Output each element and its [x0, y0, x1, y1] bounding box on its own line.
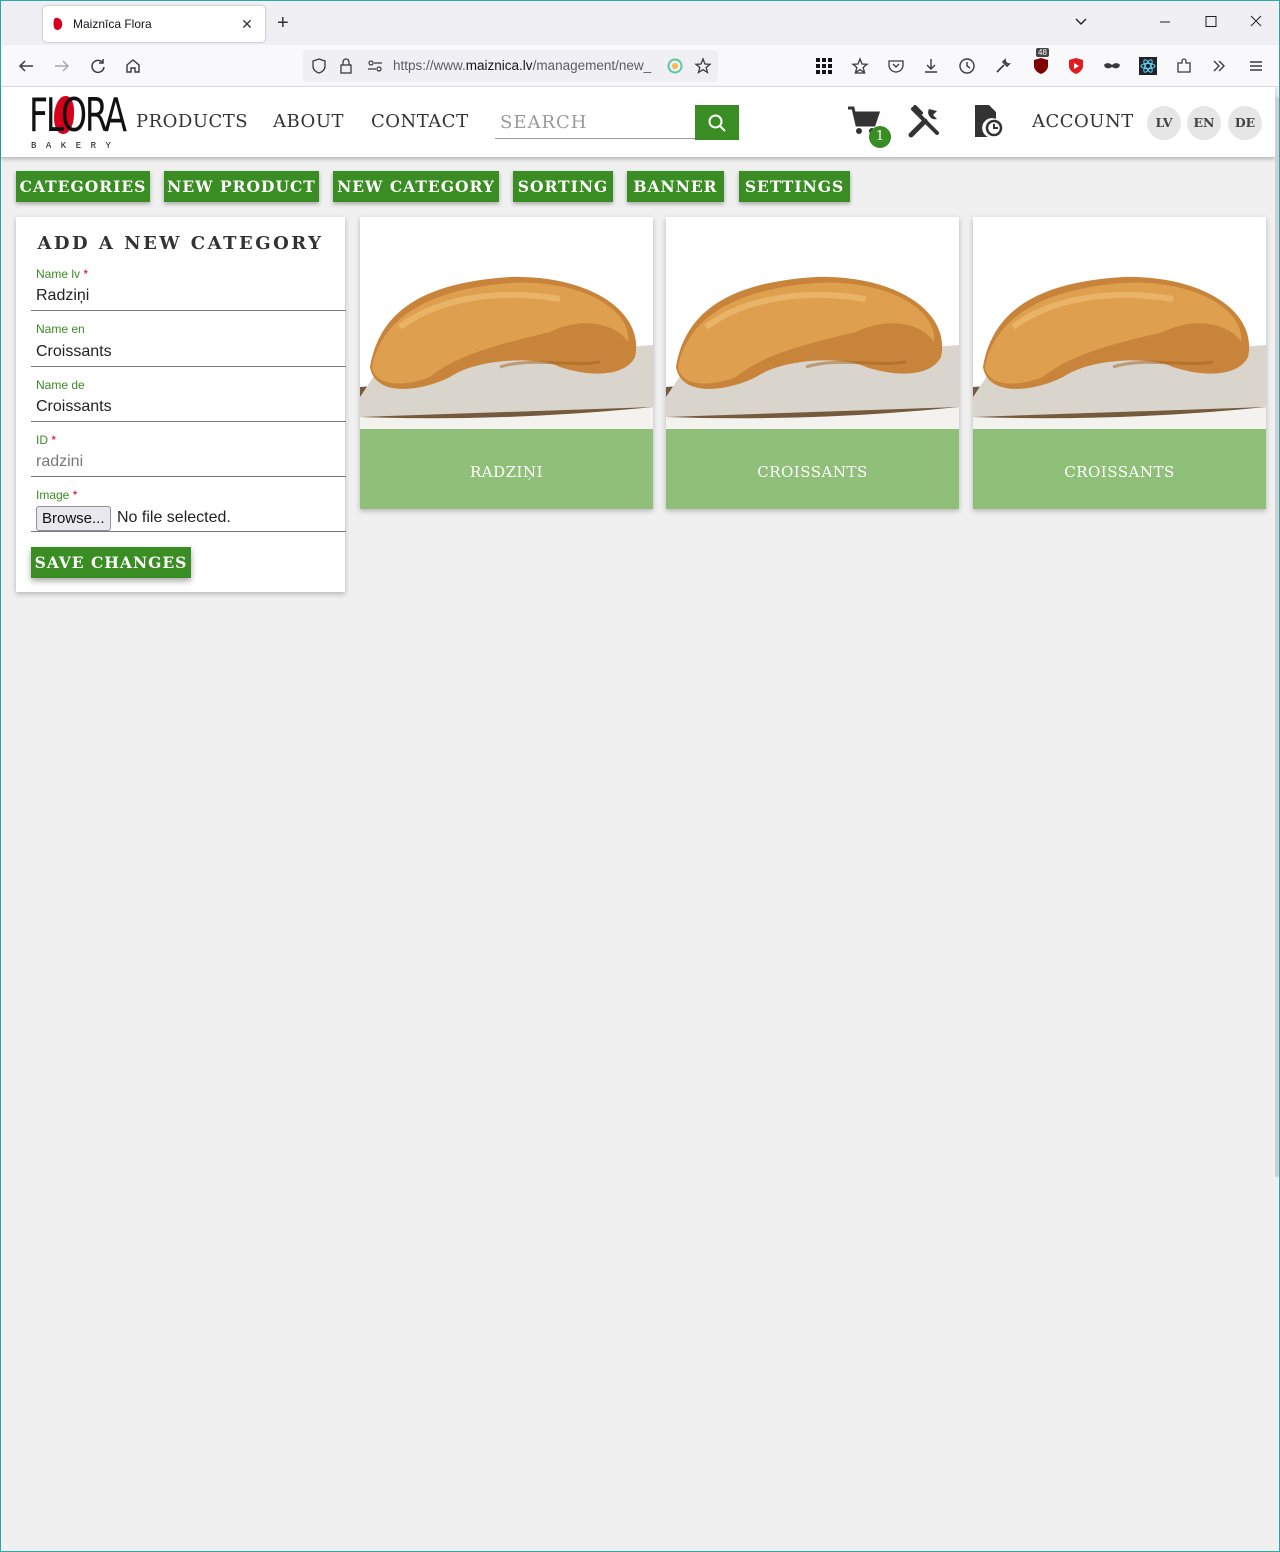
url-text: https://www.maiznica.lv/management/new_: [393, 58, 658, 73]
category-name: CROISSANTS: [973, 436, 1266, 509]
flora-favicon-icon: [53, 17, 63, 30]
tracking-shield-icon[interactable]: [311, 58, 327, 74]
bookmark-star-icon[interactable]: [694, 57, 712, 75]
ublock-shield-icon[interactable]: 48: [1032, 48, 1050, 75]
maximize-icon[interactable]: [1205, 13, 1217, 33]
name-lv-value[interactable]: Radziņi: [36, 287, 89, 305]
flora-logo[interactable]: FLORA BAKERY: [29, 90, 127, 154]
bookmarks-icon[interactable]: [851, 57, 869, 75]
croissant-image: [973, 217, 1266, 437]
forward-arrow-icon[interactable]: [53, 57, 71, 75]
react-devtools-icon[interactable]: [1139, 57, 1157, 75]
url-prefix: https://www.: [393, 58, 466, 73]
nav-products[interactable]: PRODUCTS: [136, 111, 248, 132]
required-asterisk: *: [72, 488, 78, 502]
admin-new-category-button[interactable]: NEW CATEGORY: [333, 171, 499, 202]
name-en-label: Name en: [36, 322, 85, 336]
close-tab-icon[interactable]: ✕: [239, 16, 255, 33]
name-lv-label: Name lv *: [36, 267, 88, 281]
bread-image: [360, 217, 653, 437]
address-bar[interactable]: https://www.maiznica.lv/management/new_: [303, 50, 718, 82]
image-label-text: Image: [36, 488, 70, 502]
lang-de-button[interactable]: DE: [1228, 106, 1262, 140]
browser-tab-bar: Maiznīca Flora ✕ +: [1, 1, 1279, 45]
downloads-icon[interactable]: [922, 57, 940, 75]
new-tab-icon[interactable]: +: [277, 13, 289, 33]
search-input[interactable]: [495, 107, 695, 139]
name-en-value[interactable]: Croissants: [36, 343, 112, 361]
form-title: ADD A NEW CATEGORY: [37, 233, 324, 254]
hamburger-menu-icon[interactable]: [1247, 57, 1265, 75]
name-de-value[interactable]: Croissants: [36, 398, 112, 416]
category-card[interactable]: RADZIŅI: [360, 217, 653, 509]
home-icon[interactable]: [124, 57, 142, 75]
image-field: Image * Browse... No file selected.: [31, 488, 346, 532]
id-field[interactable]: ID * radzini: [31, 433, 346, 477]
save-changes-button[interactable]: SAVE CHANGES: [31, 547, 191, 578]
colorful-extension-icon[interactable]: [667, 58, 683, 74]
search-button[interactable]: [695, 105, 739, 140]
browse-file-button[interactable]: Browse...: [36, 506, 111, 531]
file-status: No file selected.: [117, 509, 231, 526]
category-card[interactable]: CROISSANTS: [666, 217, 959, 509]
name-de-field[interactable]: Name de Croissants: [31, 378, 346, 422]
cart-count-badge: 1: [869, 126, 891, 148]
browser-toolbar: https://www.maiznica.lv/management/new_ …: [1, 45, 1279, 87]
site-header: FLORA BAKERY PRODUCTS ABOUT CONTACT ACCO…: [1, 87, 1275, 157]
category-name: CROISSANTS: [666, 436, 959, 509]
category-name: RADZIŅI: [360, 436, 653, 509]
apps-grid-icon[interactable]: [815, 57, 833, 75]
logo-subtitle: BAKERY: [31, 141, 121, 151]
image-label: Image *: [36, 488, 77, 502]
new-category-form: ADD A NEW CATEGORY Name lv * Radziņi Nam…: [16, 217, 346, 592]
order-history-icon[interactable]: [972, 103, 1004, 144]
admin-sorting-button[interactable]: SORTING: [513, 171, 613, 202]
name-en-field[interactable]: Name en Croissants: [31, 322, 346, 367]
overflow-chevrons-icon[interactable]: [1210, 57, 1228, 75]
extensions-puzzle-icon[interactable]: [1175, 57, 1193, 75]
required-asterisk: *: [51, 433, 57, 447]
reload-icon[interactable]: [89, 57, 107, 75]
logo-text: FLORA: [29, 88, 127, 142]
minimize-icon[interactable]: [1159, 13, 1171, 33]
croissant-image: [666, 217, 959, 437]
admin-settings-button[interactable]: SETTINGS: [739, 171, 850, 202]
required-asterisk: *: [83, 267, 89, 281]
admin-categories-button[interactable]: CATEGORIES: [16, 171, 150, 202]
id-label: ID *: [36, 433, 56, 447]
history-clock-icon[interactable]: [958, 57, 976, 75]
pocket-icon[interactable]: [887, 57, 905, 75]
lang-lv-button[interactable]: LV: [1147, 106, 1181, 140]
nav-contact[interactable]: CONTACT: [371, 111, 469, 132]
admin-banner-button[interactable]: BANNER: [627, 171, 724, 202]
permissions-icon[interactable]: [367, 59, 383, 73]
wrench-icon[interactable]: [994, 57, 1012, 75]
search-icon: [708, 114, 726, 132]
id-label-text: ID: [36, 433, 48, 447]
tab-title: Maiznīca Flora: [73, 17, 152, 31]
close-window-icon[interactable]: [1250, 13, 1262, 33]
admin-new-product-button[interactable]: NEW PRODUCT: [164, 171, 319, 202]
name-lv-field[interactable]: Name lv * Radziņi: [31, 267, 346, 311]
extension-badge: 48: [1036, 48, 1049, 57]
tab-list-chevron-icon[interactable]: [1074, 13, 1088, 33]
lang-en-button[interactable]: EN: [1187, 106, 1221, 140]
name-lv-label-text: Name lv: [36, 267, 81, 281]
url-domain: maiznica.lv: [465, 58, 533, 73]
browser-tab[interactable]: Maiznīca Flora ✕: [43, 6, 265, 42]
tools-admin-icon[interactable]: [907, 105, 943, 144]
url-path: /management/new_: [532, 58, 652, 73]
back-arrow-icon[interactable]: [17, 57, 35, 75]
name-de-label: Name de: [36, 378, 85, 392]
id-value[interactable]: radzini: [36, 453, 83, 471]
private-mask-icon[interactable]: [1103, 57, 1121, 75]
lock-icon[interactable]: [339, 57, 353, 75]
nav-about[interactable]: ABOUT: [273, 111, 344, 132]
category-card[interactable]: CROISSANTS: [973, 217, 1266, 509]
search-box: [495, 105, 739, 140]
video-shield-icon[interactable]: [1067, 57, 1085, 75]
page-scrollbar[interactable]: [1275, 97, 1279, 1177]
nav-account[interactable]: ACCOUNT: [1032, 111, 1134, 132]
